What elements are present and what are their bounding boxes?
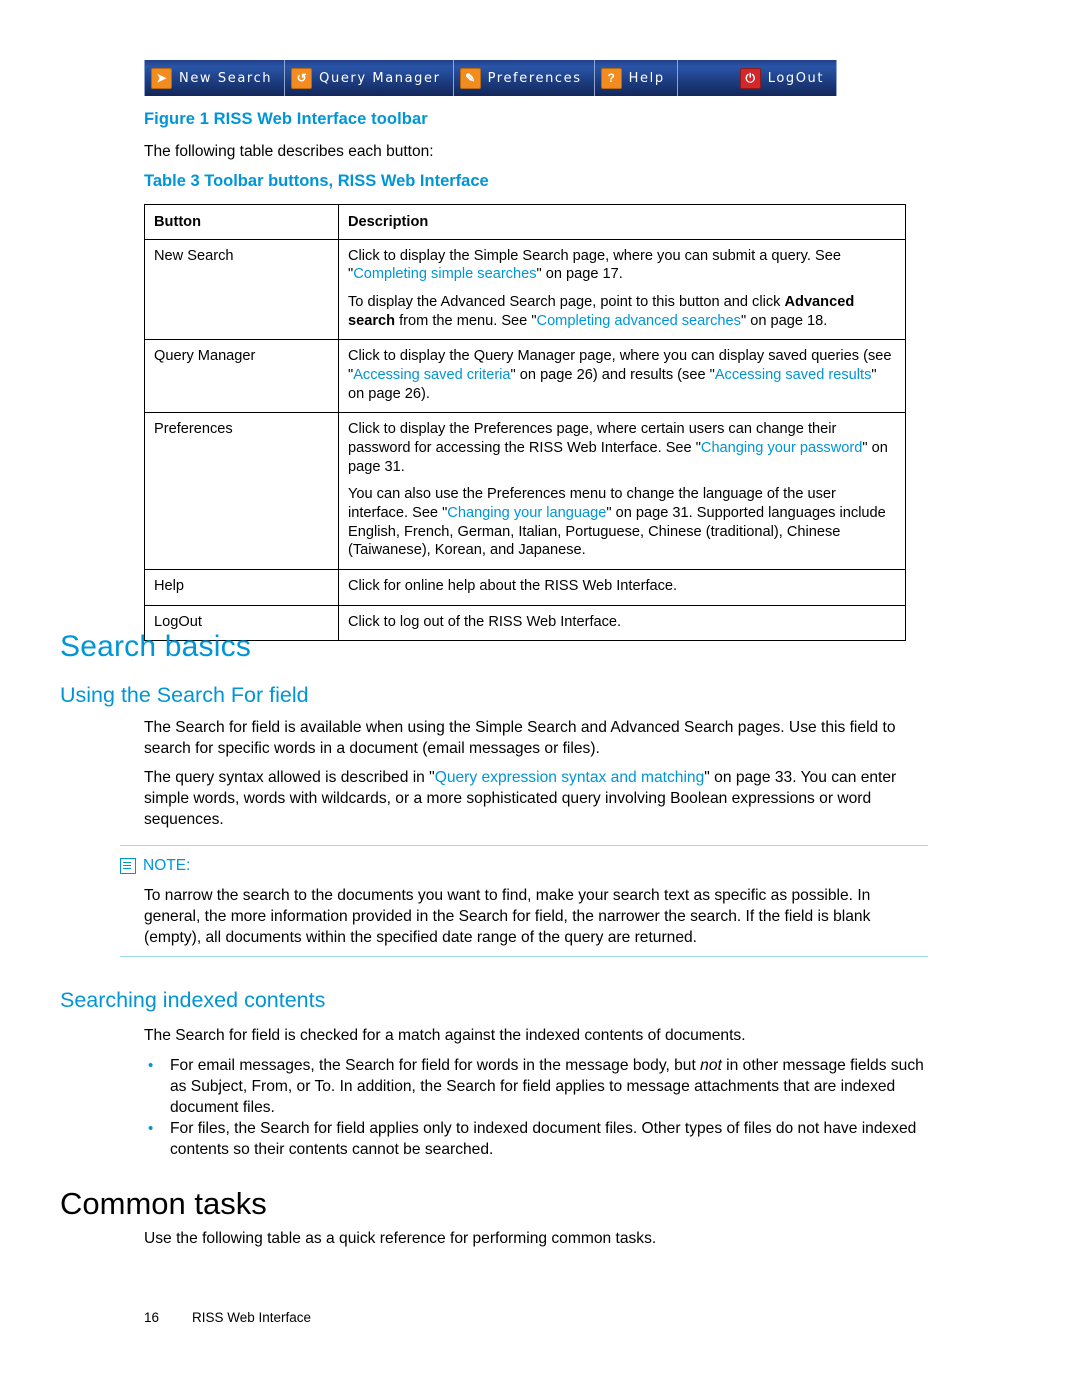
table-row: Query Manager Click to display the Query… [144, 339, 906, 414]
subsection-heading-using-search-for-field: Using the Search For field [60, 683, 309, 707]
cell-description: Click to display the Preferences page, w… [338, 412, 906, 571]
column-header-description: Description [338, 204, 906, 240]
cell-button: Help [144, 569, 339, 606]
footer-title: RISS Web Interface [192, 1310, 312, 1325]
cross-reference-link[interactable]: Changing your language [447, 505, 606, 521]
table-row: New Search Click to display the Simple S… [144, 238, 906, 341]
cross-reference-link[interactable]: Changing your password [701, 440, 862, 456]
riss-toolbar: ➤ New Search ↺ Query Manager ✎ Preferenc… [144, 60, 838, 96]
cell-button: Query Manager [144, 339, 339, 414]
toolbar-button-label: Preferences [487, 70, 582, 86]
toolbar-button-logout[interactable]: ⏻ LogOut [733, 60, 838, 96]
toolbar-button-label: New Search [179, 70, 273, 86]
toolbar-button-new-search[interactable]: ➤ New Search [144, 60, 286, 96]
cell-description: Click to display the Simple Search page,… [338, 238, 906, 341]
cross-reference-link[interactable]: Completing advanced searches [537, 313, 741, 329]
description-paragraph: Click to display the Preferences page, w… [348, 421, 888, 475]
cell-description: Click for online help about the RISS Web… [338, 569, 906, 606]
refresh-icon: ↺ [291, 67, 313, 89]
toolbar-spacer [677, 60, 734, 96]
toolbar-button-preferences[interactable]: ✎ Preferences [453, 60, 595, 96]
table-caption: Table 3 Toolbar buttons, RISS Web Interf… [144, 172, 489, 190]
footer-page-number: 16 [144, 1310, 160, 1325]
cell-button: Preferences [144, 412, 339, 571]
section-heading-search-basics: Search basics [60, 630, 252, 663]
cell-button: New Search [144, 238, 339, 341]
document-page: ➤ New Search ↺ Query Manager ✎ Preferenc… [0, 0, 1080, 1397]
table-row: LogOut Click to log out of the RISS Web … [144, 604, 906, 642]
power-icon: ⏻ [739, 67, 761, 89]
description-paragraph: Click to display the Simple Search page,… [348, 247, 841, 283]
note-top-divider [120, 845, 928, 846]
bullet-emphasis: not [700, 1057, 722, 1074]
list-item: For files, the Search for field applies … [144, 1119, 934, 1161]
paragraph-text-a: The query syntax allowed is described in… [144, 769, 435, 786]
column-header-button: Button [144, 204, 339, 240]
question-icon: ? [600, 67, 622, 89]
note-header: NOTE: [120, 857, 190, 875]
toolbar-button-query-manager[interactable]: ↺ Query Manager [285, 60, 454, 96]
cross-reference-link[interactable]: Accessing saved results [715, 367, 872, 383]
table-header-row: Button Description [144, 204, 906, 240]
cross-reference-link[interactable]: Query expression syntax and matching [435, 769, 705, 786]
paragraph-indexed-contents: The Search for field is checked for a ma… [144, 1027, 746, 1044]
toolbar-button-label: Query Manager [319, 70, 441, 86]
paragraph-common-tasks: Use the following table as a quick refer… [144, 1230, 657, 1247]
note-body: To narrow the search to the documents yo… [144, 887, 871, 946]
paragraph-query-syntax: The query syntax allowed is described in… [144, 768, 928, 831]
toolbar-button-help[interactable]: ? Help [594, 60, 678, 96]
cell-description: Click to display the Query Manager page,… [338, 339, 906, 414]
cross-reference-link[interactable]: Completing simple searches [353, 266, 536, 282]
cell-description: Click to log out of the RISS Web Interfa… [338, 604, 906, 642]
list-item: For email messages, the Search for field… [144, 1056, 934, 1119]
table-body: New Search Click to display the Simple S… [144, 238, 906, 642]
note-label: NOTE: [143, 857, 191, 874]
section-heading-common-tasks: Common tasks [60, 1186, 267, 1221]
table-row: Help Click for online help about the RIS… [144, 569, 906, 606]
description-paragraph: Click to display the Query Manager page,… [348, 348, 892, 402]
arrow-right-icon: ➤ [151, 67, 172, 89]
figure-caption: Figure 1 RISS Web Interface toolbar [144, 110, 428, 128]
note-icon [120, 858, 136, 874]
toolbar-buttons-table: Button Description New Search Click to d… [144, 204, 906, 642]
table-row: Preferences Click to display the Prefere… [144, 412, 906, 571]
bullet-text-a: For email messages, the Search for field… [170, 1057, 701, 1074]
paragraph-search-for-field: The Search for field is available when u… [144, 719, 896, 757]
pencil-icon: ✎ [459, 67, 481, 89]
description-paragraph: To display the Advanced Search page, poi… [348, 294, 855, 329]
toolbar-button-label: LogOut [767, 70, 825, 86]
subsection-heading-searching-indexed-contents: Searching indexed contents [60, 988, 326, 1012]
intro-text: The following table describes each butto… [144, 143, 434, 160]
bullet-text-a: For files, the Search for field applies … [170, 1120, 917, 1158]
toolbar-button-label: Help [628, 70, 665, 86]
cross-reference-link[interactable]: Accessing saved criteria [353, 367, 510, 383]
note-bottom-divider [120, 956, 928, 957]
description-paragraph: You can also use the Preferences menu to… [348, 486, 886, 559]
